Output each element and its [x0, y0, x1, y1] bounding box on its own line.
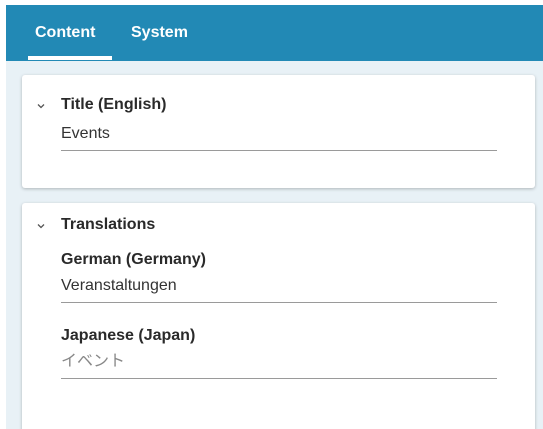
japanese-translation-input[interactable]: イベント	[61, 348, 497, 379]
chevron-down-icon[interactable]	[35, 100, 47, 112]
title-card-heading[interactable]: Title (English)	[61, 96, 166, 114]
japanese-field-label: Japanese (Japan)	[61, 327, 196, 344]
editor-panel: Content System Title (English) Events Tr…	[6, 5, 543, 429]
german-field-label: German (Germany)	[61, 251, 206, 268]
translations-card-heading[interactable]: Translations	[61, 216, 155, 234]
tab-system[interactable]: System	[131, 5, 188, 61]
chevron-down-icon[interactable]	[35, 220, 47, 232]
tab-content[interactable]: Content	[35, 5, 95, 61]
title-english-input[interactable]: Events	[61, 120, 497, 151]
translations-card: Translations German (Germany) Veranstalt…	[22, 203, 535, 429]
tab-bar: Content System	[6, 5, 543, 61]
active-tab-indicator	[28, 56, 112, 60]
title-card: Title (English) Events	[22, 75, 535, 188]
german-translation-input[interactable]: Veranstaltungen	[61, 272, 497, 303]
